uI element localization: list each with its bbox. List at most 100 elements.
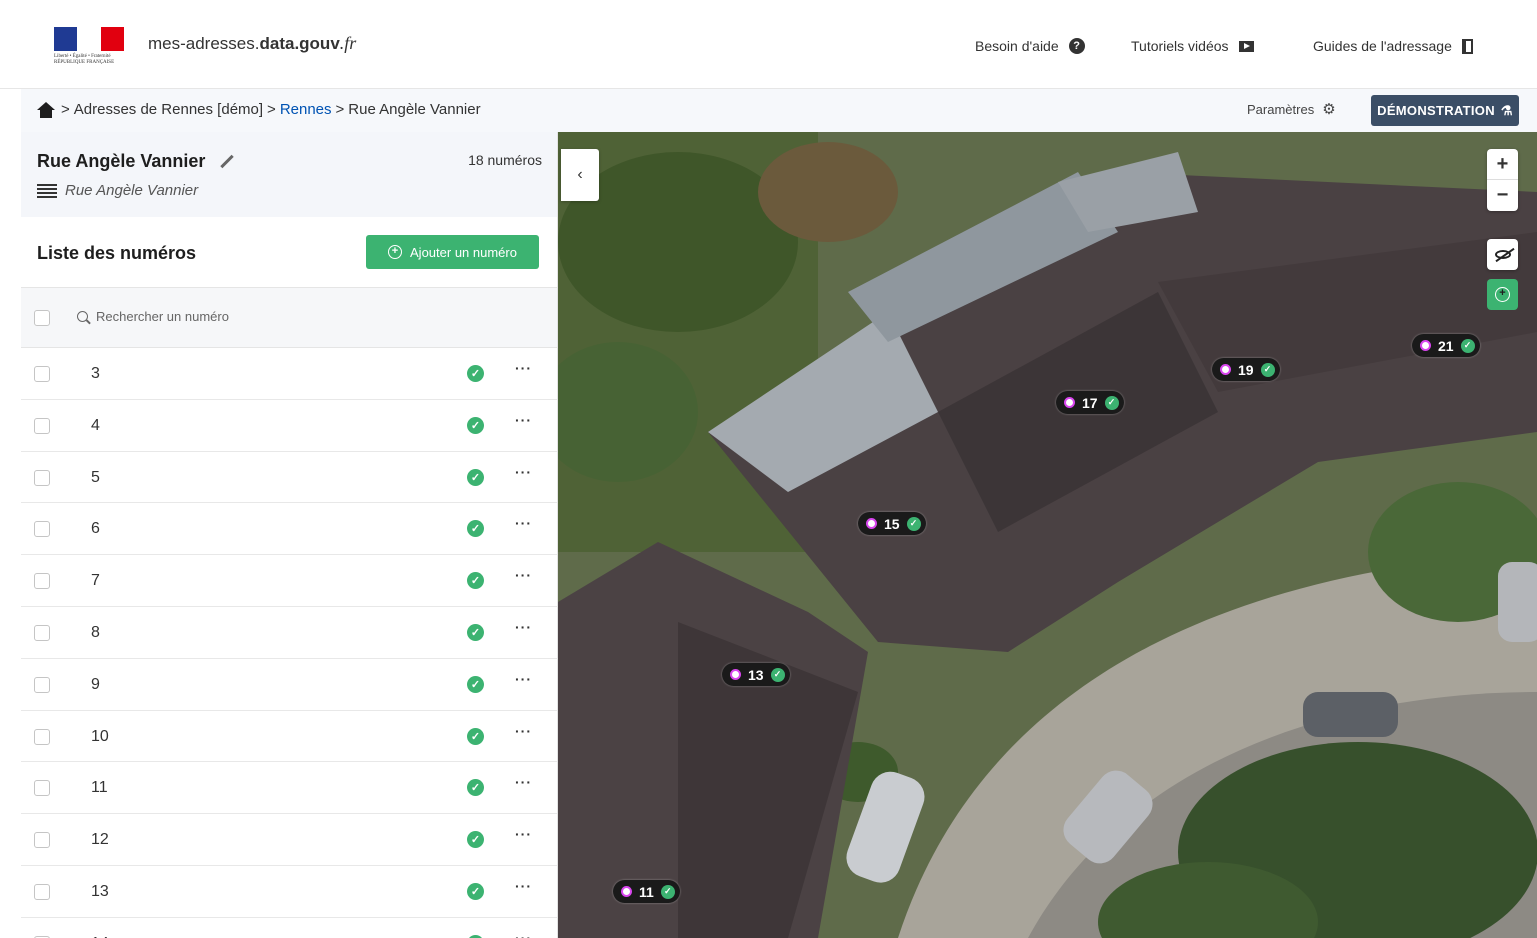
number-label: 4 xyxy=(91,416,100,434)
check-circle-icon: ✓ xyxy=(467,520,484,538)
numbers-list: 3 ✓ ··· 4 ✓ ··· 5 ✓ ··· 6 ✓ ··· 7 ✓ ··· 8 ✓ ··· 9 ✓ ··· 10 ✓ ··… xyxy=(21,348,557,938)
voie-header: Rue Angèle Vannier 18 numéros Rue Angèle… xyxy=(21,132,557,217)
list-item[interactable]: 8 ✓ ··· xyxy=(21,607,557,659)
check-circle-icon: ✓ xyxy=(467,882,484,900)
number-label: 7 xyxy=(91,572,100,590)
list-item[interactable]: 10 ✓ ··· xyxy=(21,711,557,763)
more-options-icon[interactable]: ··· xyxy=(515,671,532,687)
list-item[interactable]: 5 ✓ ··· xyxy=(21,452,557,504)
list-item[interactable]: 3 ✓ ··· xyxy=(21,348,557,400)
list-item[interactable]: 4 ✓ ··· xyxy=(21,400,557,452)
more-options-icon[interactable]: ··· xyxy=(515,878,532,894)
more-options-icon[interactable]: ··· xyxy=(515,412,532,428)
republique-logo[interactable]: Liberté • Égalité • Fraternité RÉPUBLIQU… xyxy=(54,27,124,65)
map-marker[interactable]: 21 ✓ xyxy=(1412,334,1480,357)
add-on-map-button[interactable]: + xyxy=(1487,279,1518,310)
row-checkbox[interactable] xyxy=(34,417,50,434)
number-label: 8 xyxy=(91,623,100,641)
aerial-map[interactable]: ‹ + − + 21 ✓ 19 ✓ 17 ✓ 15 ✓ 13 ✓ 11 ✓ xyxy=(558,132,1537,938)
logo-text: Liberté • Égalité • Fraternité RÉPUBLIQU… xyxy=(54,54,115,65)
row-checkbox[interactable] xyxy=(34,624,50,641)
check-circle-icon: ✓ xyxy=(467,623,484,641)
row-checkbox[interactable] xyxy=(34,469,50,486)
sidebar: Rue Angèle Vannier 18 numéros Rue Angèle… xyxy=(21,132,558,938)
list-item[interactable]: 11 ✓ ··· xyxy=(21,762,557,815)
demo-badge[interactable]: DÉMONSTRATION ⚗ xyxy=(1371,95,1519,126)
map-marker[interactable]: 11 ✓ xyxy=(613,880,680,903)
search-input[interactable]: Rechercher un numéro xyxy=(77,309,229,324)
number-label: 10 xyxy=(91,727,109,745)
video-icon xyxy=(1238,40,1254,52)
more-options-icon[interactable]: ··· xyxy=(515,515,532,531)
more-options-icon[interactable]: ··· xyxy=(515,360,532,376)
eye-slash-icon xyxy=(1494,250,1511,259)
home-icon[interactable] xyxy=(37,101,55,118)
list-item[interactable]: 7 ✓ ··· xyxy=(21,555,557,607)
map-marker[interactable]: 15 ✓ xyxy=(858,512,926,535)
video-tutorials-link[interactable]: Tutoriels vidéos xyxy=(1131,38,1254,54)
search-row: Rechercher un numéro xyxy=(21,287,557,348)
add-number-button[interactable]: + Ajouter un numéro xyxy=(366,235,539,269)
number-label: 12 xyxy=(91,831,109,849)
more-options-icon[interactable]: ··· xyxy=(515,930,532,938)
check-circle-icon: ✓ xyxy=(467,727,484,745)
collapse-sidebar-button[interactable]: ‹ xyxy=(561,149,599,201)
breadcrumb-commune[interactable]: Rennes xyxy=(280,101,332,118)
breadcrumb: > Adresses de Rennes [démo] > Rennes > R… xyxy=(37,101,481,118)
check-icon: ✓ xyxy=(660,884,675,899)
more-options-icon[interactable]: ··· xyxy=(515,723,532,739)
list-item[interactable]: 13 ✓ ··· xyxy=(21,866,557,918)
breadcrumb-bar: > Adresses de Rennes [démo] > Rennes > R… xyxy=(21,89,1537,132)
more-options-icon[interactable]: ··· xyxy=(515,774,532,790)
more-options-icon[interactable]: ··· xyxy=(515,567,532,583)
breadcrumb-base[interactable]: Adresses de Rennes [démo] xyxy=(74,101,263,118)
addressing-guides-link[interactable]: Guides de l'adressage xyxy=(1313,38,1473,54)
list-item[interactable]: 9 ✓ ··· xyxy=(21,659,557,711)
numbers-count: 18 numéros xyxy=(468,152,542,168)
row-checkbox[interactable] xyxy=(34,573,50,590)
search-icon xyxy=(77,311,88,322)
row-checkbox[interactable] xyxy=(34,728,50,745)
book-icon xyxy=(1461,38,1473,54)
check-icon: ✓ xyxy=(1260,362,1275,377)
aerial-imagery xyxy=(558,132,1537,938)
row-checkbox[interactable] xyxy=(34,780,50,797)
flask-icon: ⚗ xyxy=(1500,102,1513,118)
zoom-in-button[interactable]: + xyxy=(1487,149,1518,180)
row-checkbox[interactable] xyxy=(34,521,50,538)
check-icon: ✓ xyxy=(1460,338,1475,353)
list-title: Liste des numéros xyxy=(37,243,197,263)
more-options-icon[interactable]: ··· xyxy=(515,464,532,480)
row-checkbox[interactable] xyxy=(34,832,50,849)
number-label: 5 xyxy=(91,468,100,486)
map-marker[interactable]: 13 ✓ xyxy=(722,663,790,686)
check-circle-icon: ✓ xyxy=(467,416,484,434)
select-all-checkbox[interactable] xyxy=(34,310,50,326)
pencil-icon[interactable] xyxy=(220,154,235,169)
row-checkbox[interactable] xyxy=(34,676,50,693)
map-marker[interactable]: 17 ✓ xyxy=(1056,391,1124,414)
map-marker[interactable]: 19 ✓ xyxy=(1212,358,1280,381)
check-circle-icon: ✓ xyxy=(467,675,484,693)
gear-icon: ⚙ xyxy=(1322,100,1336,118)
breadcrumb-voie: Rue Angèle Vannier xyxy=(348,101,481,118)
check-icon: ✓ xyxy=(906,516,921,531)
voie-alt-name: Rue Angèle Vannier xyxy=(37,182,198,199)
list-item[interactable]: 12 ✓ ··· xyxy=(21,814,557,866)
zoom-control: + − xyxy=(1487,149,1518,211)
check-circle-icon: ✓ xyxy=(467,365,484,382)
help-link[interactable]: Besoin d'aide ? xyxy=(975,38,1085,54)
site-name[interactable]: mes-adresses.data.gouv.fr xyxy=(148,33,356,54)
number-label: 11 xyxy=(91,779,108,797)
check-circle-icon: ✓ xyxy=(467,468,484,486)
more-options-icon[interactable]: ··· xyxy=(515,826,532,842)
row-checkbox[interactable] xyxy=(34,366,50,382)
row-checkbox[interactable] xyxy=(34,883,50,900)
check-circle-icon: ✓ xyxy=(467,831,484,849)
toggle-visibility-button[interactable] xyxy=(1487,239,1518,270)
list-item[interactable]: 6 ✓ ··· xyxy=(21,503,557,556)
more-options-icon[interactable]: ··· xyxy=(515,619,532,635)
settings-button[interactable]: Paramètres ⚙ xyxy=(1247,100,1336,118)
list-item[interactable]: 14✓··· xyxy=(21,918,557,938)
zoom-out-button[interactable]: − xyxy=(1487,180,1518,211)
